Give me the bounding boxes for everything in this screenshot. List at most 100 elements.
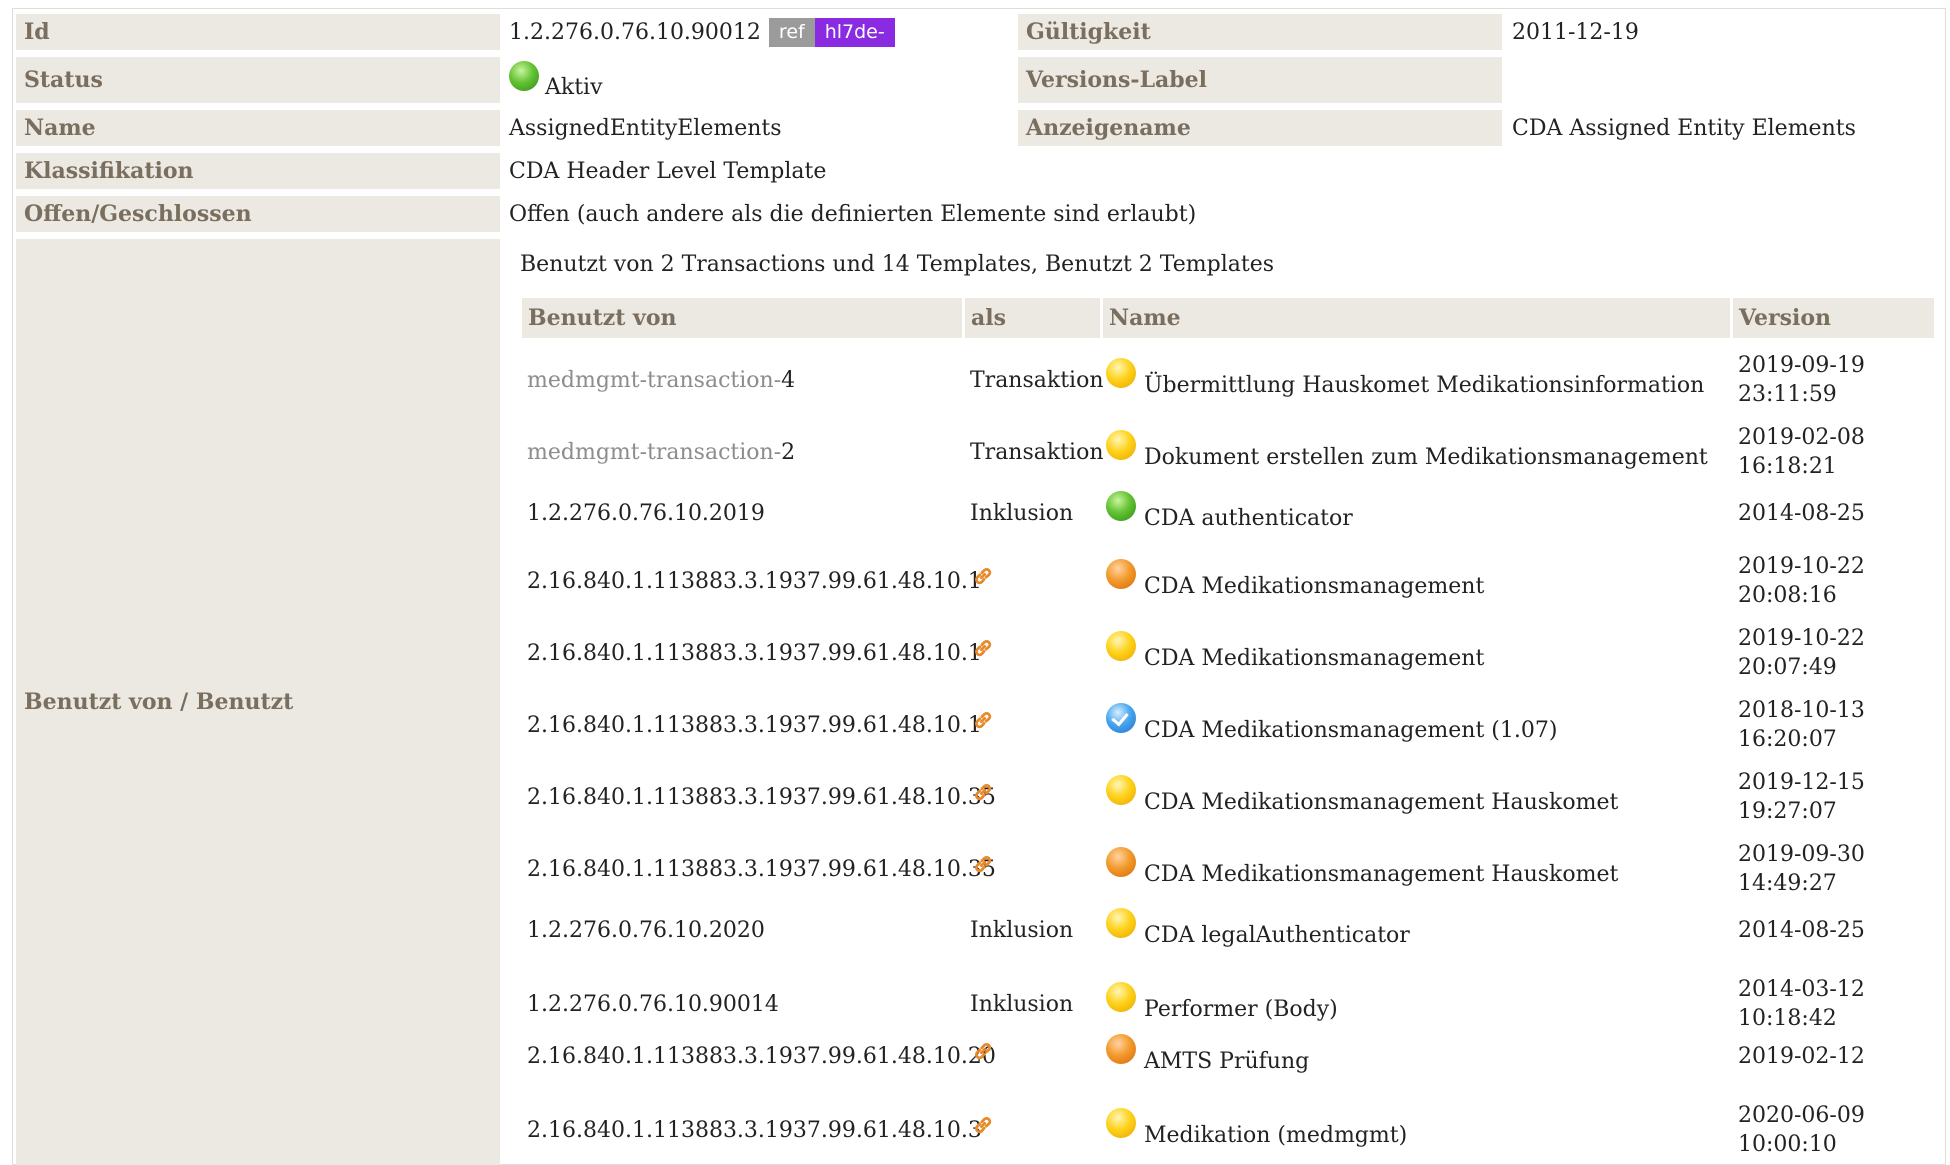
as-label: Inklusion [970, 500, 1074, 526]
version-time: 20:08:16 [1738, 583, 1837, 608]
as-cell[interactable] [970, 638, 996, 668]
link-icon[interactable] [970, 563, 996, 589]
status-yellow-icon [1106, 631, 1136, 661]
version-cell: 2019-09-19 23:11:59 [1738, 351, 1865, 409]
status-orange-icon [1106, 559, 1136, 589]
as-label: Inklusion [970, 917, 1074, 943]
link-icon[interactable] [970, 635, 996, 661]
used-by-cell[interactable]: 2.16.840.1.113883.3.1937.99.61.48.10.1 [527, 710, 982, 740]
template-name[interactable]: CDA legalAuthenticator [1144, 920, 1410, 950]
link-icon[interactable] [970, 707, 996, 733]
as-cell[interactable] [970, 782, 996, 812]
template-name[interactable]: Medikation (medmgmt) [1144, 1120, 1407, 1150]
version-date: 2019-09-19 [1738, 353, 1865, 378]
link-icon[interactable] [970, 851, 996, 877]
version-time: 14:49:27 [1738, 871, 1837, 896]
used-by-cell[interactable]: 1.2.276.0.76.10.2019 [527, 498, 765, 528]
used-by-id[interactable]: 2.16.840.1.113883.3.1937.99.61.48.10.35 [527, 857, 996, 882]
version-time: 16:20:07 [1738, 727, 1837, 752]
used-by-id[interactable]: 2 [781, 440, 795, 465]
classification-value: CDA Header Level Template [509, 158, 827, 184]
version-date: 2014-08-25 [1738, 917, 1865, 943]
used-by-cell[interactable]: 1.2.276.0.76.10.2020 [527, 915, 765, 945]
used-by-id[interactable]: 2.16.840.1.113883.3.1937.99.61.48.10.1 [527, 641, 982, 666]
status-blue-icon [1106, 703, 1136, 733]
link-icon[interactable] [970, 1038, 996, 1064]
version-date: 2019-12-15 [1738, 770, 1865, 795]
used-by-cell[interactable]: medmgmt-transaction- 4 [527, 365, 795, 395]
version-cell: 2018-10-13 16:20:07 [1738, 696, 1865, 754]
used-by-cell[interactable]: 2.16.840.1.113883.3.1937.99.61.48.10.20 [527, 1041, 996, 1071]
version-date: 2018-10-13 [1738, 698, 1865, 723]
version-date: 2014-08-25 [1738, 500, 1865, 526]
version-cell: 2014-08-25 [1738, 499, 1865, 528]
as-cell: Transaktion [970, 437, 1104, 467]
version-date: 2019-10-22 [1738, 554, 1865, 579]
version-cell: 2019-10-22 20:08:16 [1738, 552, 1865, 610]
used-by-cell[interactable]: 2.16.840.1.113883.3.1937.99.61.48.10.1 [527, 638, 982, 668]
name-label: Name [16, 110, 500, 146]
used-by-id[interactable]: 1.2.276.0.76.10.2020 [527, 918, 765, 943]
template-name[interactable]: Dokument erstellen zum Medikationsmanage… [1144, 442, 1708, 472]
used-by-id[interactable]: 2.16.840.1.113883.3.1937.99.61.48.10.20 [527, 1044, 996, 1069]
template-name[interactable]: Übermittlung Hauskomet Medikationsinform… [1144, 370, 1704, 400]
version-date: 2019-09-30 [1738, 842, 1865, 867]
as-label: Transaktion [970, 439, 1104, 465]
used-by-cell[interactable]: medmgmt-transaction- 2 [527, 437, 795, 467]
col-header-version: Version [1733, 298, 1934, 338]
as-cell[interactable]: Transaktion [970, 365, 1104, 395]
used-by-cell[interactable]: 2.16.840.1.113883.3.1937.99.61.48.10.35 [527, 782, 996, 812]
status-yellow-icon [1106, 908, 1136, 938]
validity-label: Gültigkeit [1018, 14, 1502, 50]
version-time: 23:11:59 [1738, 382, 1837, 407]
template-name[interactable]: CDA Medikationsmanagement Hauskomet [1144, 859, 1618, 889]
status-orange-icon [1106, 1034, 1136, 1064]
validity-value: 2011-12-19 [1512, 19, 1639, 45]
version-cell: 2019-02-08 16:18:21 [1738, 423, 1865, 481]
open-closed-label: Offen/Geschlossen [16, 196, 500, 232]
version-time: 20:07:49 [1738, 655, 1837, 680]
as-cell[interactable] [970, 710, 996, 740]
template-name[interactable]: CDA Medikationsmanagement (1.07) [1144, 715, 1557, 745]
used-by-cell[interactable]: 2.16.840.1.113883.3.1937.99.61.48.10.1 [527, 566, 982, 596]
link-icon[interactable] [970, 779, 996, 805]
used-by-cell[interactable]: 2.16.840.1.113883.3.1937.99.61.48.10.3 [527, 1115, 982, 1145]
id-label: Id [16, 14, 500, 50]
template-name[interactable]: CDA authenticator [1144, 503, 1353, 533]
link-icon[interactable] [970, 1112, 996, 1138]
used-by-cell[interactable]: 1.2.276.0.76.10.90014 [527, 989, 779, 1019]
used-by-cell[interactable]: 2.16.840.1.113883.3.1937.99.61.48.10.35 [527, 854, 996, 884]
transaction-prefix[interactable]: medmgmt-transaction- [527, 440, 781, 465]
transaction-prefix[interactable]: medmgmt-transaction- [527, 368, 781, 393]
as-cell[interactable] [970, 1041, 996, 1071]
as-cell: Inklusion [970, 915, 1073, 945]
status-label: Status [16, 57, 500, 103]
status-value: Aktiv [545, 74, 603, 100]
template-name[interactable]: AMTS Prüfung [1144, 1046, 1309, 1076]
template-name[interactable]: CDA Medikationsmanagement Hauskomet [1144, 787, 1618, 817]
prefix-badge: hl7de- [814, 17, 895, 47]
as-cell[interactable] [970, 566, 996, 596]
as-label: Inklusion [970, 991, 1074, 1017]
as-cell: Inklusion [970, 989, 1073, 1019]
version-time: 10:00:10 [1738, 1132, 1837, 1157]
as-cell[interactable] [970, 854, 996, 884]
used-by-id[interactable]: 2.16.840.1.113883.3.1937.99.61.48.10.1 [527, 713, 982, 738]
used-by-id[interactable]: 1.2.276.0.76.10.90014 [527, 992, 779, 1017]
template-name[interactable]: CDA Medikationsmanagement [1144, 643, 1484, 673]
status-yellow-icon [1106, 1108, 1136, 1138]
version-cell: 2014-03-12 10:18:42 [1738, 975, 1865, 1033]
version-time: 10:18:42 [1738, 1006, 1837, 1031]
used-by-id[interactable]: 1.2.276.0.76.10.2019 [527, 501, 765, 526]
status-yellow-icon [1106, 430, 1136, 460]
used-by-id[interactable]: 4 [781, 368, 795, 393]
version-cell: 2014-08-25 [1738, 916, 1865, 945]
used-by-id[interactable]: 2.16.840.1.113883.3.1937.99.61.48.10.35 [527, 785, 996, 810]
status-value-cell: Aktiv [509, 58, 603, 102]
template-name[interactable]: CDA Medikationsmanagement [1144, 571, 1484, 601]
used-by-id[interactable]: 2.16.840.1.113883.3.1937.99.61.48.10.1 [527, 569, 982, 594]
as-cell[interactable] [970, 1115, 996, 1145]
template-id[interactable]: 1.2.276.0.76.10.90012 [509, 20, 761, 45]
template-name[interactable]: Performer (Body) [1144, 994, 1338, 1024]
used-by-id[interactable]: 2.16.840.1.113883.3.1937.99.61.48.10.3 [527, 1118, 982, 1143]
